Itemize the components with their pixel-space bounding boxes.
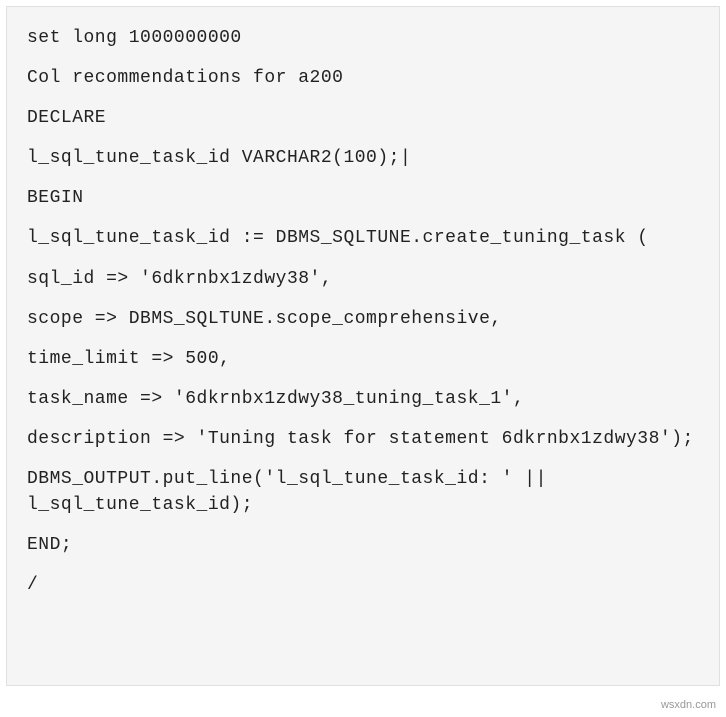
code-line: DBMS_OUTPUT.put_line('l_sql_tune_task_id…: [27, 466, 699, 518]
code-line: description => 'Tuning task for statemen…: [27, 426, 699, 452]
code-line: l_sql_tune_task_id := DBMS_SQLTUNE.creat…: [27, 225, 699, 251]
code-line: /: [27, 572, 699, 598]
code-line: sql_id => '6dkrnbx1zdwy38',: [27, 266, 699, 292]
code-line: Col recommendations for a200: [27, 65, 699, 91]
code-line: task_name => '6dkrnbx1zdwy38_tuning_task…: [27, 386, 699, 412]
code-block: set long 1000000000 Col recommendations …: [6, 6, 720, 686]
code-line: scope => DBMS_SQLTUNE.scope_comprehensiv…: [27, 306, 699, 332]
code-line: END;: [27, 532, 699, 558]
code-line: l_sql_tune_task_id VARCHAR2(100);|: [27, 145, 699, 171]
code-line: BEGIN: [27, 185, 699, 211]
watermark: wsxdn.com: [661, 699, 716, 711]
code-line: set long 1000000000: [27, 25, 699, 51]
code-line: time_limit => 500,: [27, 346, 699, 372]
code-line: DECLARE: [27, 105, 699, 131]
